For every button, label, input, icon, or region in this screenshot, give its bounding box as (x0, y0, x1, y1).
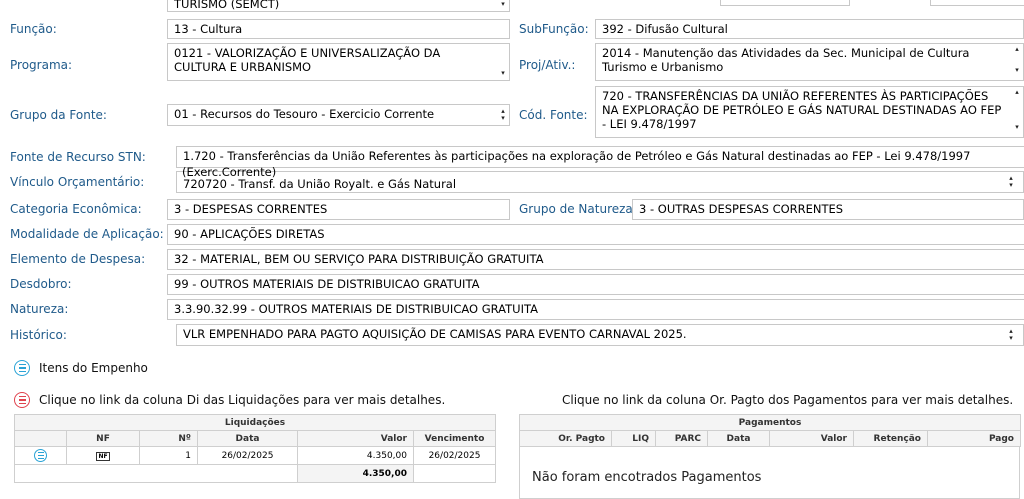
nf-cell[interactable]: NF (66, 446, 140, 465)
proj-ativ-label: Proj/Ativ.: (519, 58, 576, 72)
funcao-field[interactable]: 13 - Cultura (167, 19, 510, 39)
fonte-stn-overflow: (Exerc.Corrente) (182, 165, 277, 179)
funcao-label: Função: (10, 22, 57, 36)
vinculo-value: 720720 - Transf. da União Royalt. e Gás … (183, 177, 457, 191)
historico-field[interactable]: VLR EMPENHADO PARA PAGTO AQUISIÇÃO DE CA… (176, 324, 1024, 346)
pagamentos-title: Pagamentos (519, 414, 1021, 431)
col-parc: PARC (655, 430, 708, 447)
spin-arrows-icon[interactable]: ▴ ▾ (1007, 175, 1015, 189)
col-valor: Valor (297, 430, 414, 447)
fonte-stn-value: 1.720 - Transferências da União Referent… (183, 149, 971, 163)
col-data: Data (197, 430, 298, 447)
col-blank (14, 430, 67, 447)
subfuncao-label: SubFunção: (519, 22, 589, 36)
natureza-label: Natureza: (10, 302, 69, 316)
list-icon[interactable] (14, 360, 30, 376)
col-numero: Nº (139, 430, 198, 447)
liquidacoes-table: Liquidações NF Nº Data Valor Vencimento … (13, 414, 497, 483)
vinculo-label: Vínculo Orçamentário: (10, 175, 145, 189)
orgao-field[interactable]: TURISMO (SEMCT) ▾ (167, 0, 510, 12)
total-cell: 4.350,00 (297, 464, 414, 483)
desdobro-field[interactable]: 99 - OUTROS MATERIAIS DE DISTRIBUICAO GR… (167, 274, 1024, 295)
col-valor: Valor (769, 430, 854, 447)
dropdown-arrow-icon[interactable]: ▾ (499, 70, 507, 77)
itens-empenho-link[interactable]: Itens do Empenho (39, 361, 148, 375)
list-icon[interactable] (14, 392, 30, 408)
cod-fonte-label: Cód. Fonte: (519, 108, 588, 122)
grupo-natureza-field[interactable]: 3 - OUTRAS DESPESAS CORRENTES (632, 199, 1024, 220)
subfuncao-field[interactable]: 392 - Difusão Cultural (595, 19, 1024, 39)
col-nf: NF (66, 430, 140, 447)
programa-value: 0121 - VALORIZAÇÃO E UNIVERSALIZAÇÃO DA … (174, 46, 441, 74)
historico-value: VLR EMPENHADO PARA PAGTO AQUISIÇÃO DE CA… (183, 327, 687, 341)
grupo-fonte-value: 01 - Recursos do Tesouro - Exercicio Cor… (174, 107, 435, 121)
funcao-value: 13 - Cultura (174, 22, 243, 36)
dropdown-arrow-icon[interactable]: ▾ (499, 1, 507, 8)
spin-arrows-icon[interactable]: ▴ ▾ (1007, 328, 1015, 342)
categoria-field[interactable]: 3 - DESPESAS CORRENTES (167, 199, 510, 220)
fonte-stn-field[interactable]: 1.720 - Transferências da União Referent… (176, 146, 1024, 168)
programa-label: Programa: (10, 58, 73, 72)
proj-ativ-field[interactable]: 2014 - Manutenção das Atividades da Sec.… (595, 43, 1024, 81)
col-pago: Pago (927, 430, 1021, 447)
vinculo-field[interactable]: 720720 - Transf. da União Royalt. e Gás … (176, 171, 1024, 193)
vencimento-cell: 26/02/2025 (412, 446, 497, 465)
pagamentos-empty-box: Não foram encotrados Pagamentos (519, 447, 1020, 499)
scroll-arrows-icon[interactable]: ▴ ▾ (1013, 89, 1021, 131)
subfuncao-value: 392 - Difusão Cultural (602, 22, 728, 36)
natureza-value: 3.3.90.32.99 - OUTROS MATERIAIS DE DISTR… (174, 302, 538, 316)
modalidade-value: 90 - APLICAÇÕES DIRETAS (174, 227, 325, 241)
elemento-label: Elemento de Despesa: (10, 252, 146, 266)
grupo-fonte-field[interactable]: 01 - Recursos do Tesouro - Exercicio Cor… (167, 104, 510, 126)
details-icon[interactable] (34, 449, 47, 462)
numero-cell: 1 (139, 446, 198, 465)
programa-field[interactable]: 0121 - VALORIZAÇÃO E UNIVERSALIZAÇÃO DA … (167, 43, 510, 81)
data-cell: 26/02/2025 (197, 446, 298, 465)
col-data: Data (707, 430, 770, 447)
grupo-natureza-value: 3 - OUTRAS DESPESAS CORRENTES (639, 202, 844, 216)
modalidade-label: Modalidade de Aplicação: (10, 227, 164, 241)
categoria-value: 3 - DESPESAS CORRENTES (174, 202, 328, 216)
col-liq: LIQ (611, 430, 656, 447)
desdobro-value: 99 - OUTROS MATERIAIS DE DISTRIBUICAO GR… (174, 277, 480, 291)
col-vencimento: Vencimento (412, 430, 497, 447)
grupo-natureza-label: Grupo de Natureza: (519, 202, 637, 216)
historico-label: Histórico: (10, 328, 67, 342)
total-trailing (412, 464, 497, 483)
fonte-stn-label: Fonte de Recurso STN: (10, 150, 146, 164)
total-spacer (14, 464, 298, 483)
top-field-3[interactable] (930, 0, 1024, 6)
pagamentos-empty-message: Não foram encotrados Pagamentos (532, 470, 762, 485)
natureza-field[interactable]: 3.3.90.32.99 - OUTROS MATERIAIS DE DISTR… (167, 299, 1024, 320)
elemento-field[interactable]: 32 - MATERIAL, BEM OU SERVIÇO PARA DISTR… (167, 249, 1024, 270)
details-cell[interactable] (14, 446, 67, 465)
scroll-arrows-icon[interactable]: ▴ ▾ (1013, 46, 1021, 74)
cod-fonte-value: 720 - TRANSFERÊNCIAS DA UNIÃO REFERENTES… (602, 89, 1002, 131)
table-row: NF 1 26/02/2025 4.350,00 26/02/2025 (14, 446, 497, 465)
spin-arrows-icon[interactable]: ▴ ▾ (499, 108, 507, 122)
modalidade-field[interactable]: 90 - APLICAÇÕES DIRETAS (167, 224, 1024, 245)
pagamentos-table: Pagamentos Or. Pagto LIQ PARC Data Valor… (519, 414, 1021, 447)
elemento-value: 32 - MATERIAL, BEM OU SERVIÇO PARA DISTR… (174, 252, 544, 266)
cod-fonte-field[interactable]: 720 - TRANSFERÊNCIAS DA UNIÃO REFERENTES… (595, 86, 1024, 138)
pagamentos-hint: Clique no link da coluna Or. Pagto dos P… (562, 393, 1014, 407)
liquidacoes-title: Liquidações (13, 414, 497, 431)
grupo-fonte-label: Grupo da Fonte: (10, 108, 107, 122)
proj-ativ-value: 2014 - Manutenção das Atividades da Sec.… (602, 46, 970, 74)
categoria-label: Categoria Econômica: (10, 202, 142, 216)
nf-icon[interactable]: NF (96, 451, 110, 461)
orgao-value: TURISMO (SEMCT) (174, 0, 280, 11)
liquidacoes-hint: Clique no link da coluna Di das Liquidaç… (39, 393, 446, 407)
col-retencao: Retenção (853, 430, 928, 447)
top-field-2[interactable] (720, 0, 850, 6)
col-or-pagto: Or. Pagto (519, 430, 612, 447)
desdobro-label: Desdobro: (10, 277, 72, 291)
valor-cell: 4.350,00 (297, 446, 414, 465)
